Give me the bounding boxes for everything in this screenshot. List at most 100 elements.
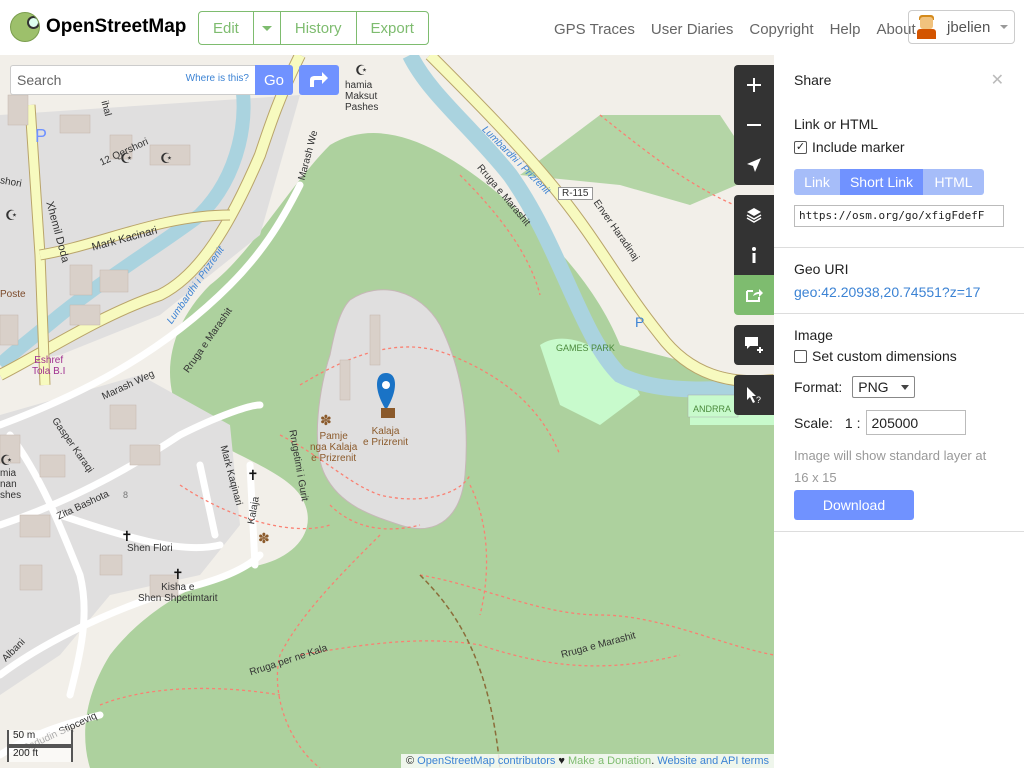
- link-heading: Link or HTML: [794, 116, 879, 132]
- scale-imperial: 200 ft: [7, 746, 73, 762]
- street-label: Shen Flori: [127, 543, 173, 554]
- tab-html[interactable]: HTML: [923, 169, 984, 195]
- attribution: © OpenStreetMap contributors ♥ Make a Do…: [401, 754, 774, 768]
- svg-text:P: P: [35, 126, 47, 146]
- nav-help[interactable]: Help: [830, 21, 861, 38]
- tab-short-link[interactable]: Short Link: [840, 169, 923, 195]
- share-icon: [746, 289, 763, 302]
- poi-label: Poste: [0, 289, 26, 300]
- add-note-button[interactable]: [734, 325, 774, 365]
- include-marker-row[interactable]: ✓ Include marker: [794, 139, 1004, 155]
- svg-text:P: P: [635, 314, 644, 330]
- svg-text:☪: ☪: [160, 150, 173, 166]
- osm-logo-icon: [10, 12, 40, 42]
- minus-icon: [747, 124, 761, 126]
- contributors-link[interactable]: OpenStreetMap contributors: [417, 755, 555, 767]
- username: jbelien: [947, 18, 991, 36]
- house-number: 8: [123, 490, 129, 500]
- share-url-field[interactable]: https://osm.org/go/xfigFdefF: [794, 205, 1004, 227]
- park-label: GAMES PARK: [556, 343, 615, 353]
- geo-uri-section: Geo URI geo:42.20938,20.74551?z=17: [774, 248, 1024, 314]
- terms-link[interactable]: Website and API terms: [657, 755, 769, 767]
- link-format-tabs: Link Short Link HTML: [794, 169, 984, 195]
- svg-text:✝: ✝: [172, 566, 184, 582]
- map-key-button[interactable]: [734, 235, 774, 275]
- share-panel: Share ✕ Link or HTML ✓ Include marker Li…: [774, 55, 1024, 768]
- svg-text:☪: ☪: [0, 452, 13, 468]
- scale-bar: 50 m 200 ft: [7, 730, 73, 762]
- geo-heading: Geo URI: [794, 261, 849, 277]
- svg-text:✝: ✝: [247, 467, 259, 483]
- road-shield: R-115: [558, 187, 593, 200]
- edit-button-group: Edit History Export: [198, 11, 429, 45]
- format-row: Format: PNG: [794, 376, 1004, 398]
- scale-row: Scale: 1 : 205000: [794, 410, 1004, 435]
- chevron-down-icon: [261, 25, 272, 31]
- geo-uri-link[interactable]: geo:42.20938,20.74551?z=17: [794, 284, 1004, 300]
- castle-label: Kalaja e Prizrenit: [363, 426, 409, 448]
- include-marker-checkbox[interactable]: ✓: [794, 140, 807, 154]
- nav-user-diaries[interactable]: User Diaries: [651, 21, 734, 38]
- history-button[interactable]: History: [281, 12, 357, 44]
- add-note-icon: [745, 337, 763, 353]
- nav-gps-traces[interactable]: GPS Traces: [554, 21, 635, 38]
- svg-text:✽: ✽: [258, 530, 270, 546]
- query-cursor-icon: ?: [747, 387, 761, 404]
- query-features-button[interactable]: ?: [734, 375, 774, 415]
- svg-text:☪: ☪: [5, 207, 18, 223]
- chevron-down-icon: [1000, 25, 1009, 29]
- panel-title: Share: [794, 72, 832, 88]
- scale-metric: 50 m: [7, 730, 73, 746]
- edit-dropdown-toggle[interactable]: [254, 12, 281, 44]
- directions-icon: [310, 72, 328, 87]
- share-button[interactable]: [734, 275, 774, 315]
- park-label: ANDRRA: [693, 404, 732, 414]
- plus-icon: [747, 78, 761, 92]
- avatar: [915, 15, 937, 39]
- secondary-nav: GPS Traces User Diaries Copyright Help A…: [554, 21, 916, 38]
- osm-logo[interactable]: OpenStreetMap: [10, 12, 186, 42]
- search-go-button[interactable]: Go: [255, 65, 293, 95]
- edit-button[interactable]: Edit: [199, 12, 254, 44]
- top-bar: OpenStreetMap Edit History Export GPS Tr…: [0, 0, 1024, 55]
- poi-label: mia nan shes: [0, 468, 22, 501]
- poi-label: Kisha e Shen Shpetimtarit: [138, 582, 218, 604]
- location-arrow-icon: [747, 158, 761, 172]
- image-section: Image Set custom dimensions Format: PNG …: [774, 314, 1024, 532]
- svg-text:☪: ☪: [355, 62, 368, 78]
- search-bar: Search Where is this? Go: [10, 65, 339, 95]
- layers-button[interactable]: [734, 195, 774, 235]
- map-controls: ?: [734, 65, 774, 415]
- poi-label: hamia Maksut Pashes: [345, 80, 379, 113]
- image-note: Image will show standard layer at 16 x 1…: [794, 448, 987, 485]
- svg-text:?: ?: [756, 395, 761, 404]
- zoom-out-button[interactable]: [734, 105, 774, 145]
- custom-dimensions-checkbox[interactable]: [794, 349, 807, 363]
- svg-text:✽: ✽: [320, 412, 332, 428]
- viewpoint-label: Pamje nga Kalaja e Prizrenit: [310, 431, 358, 464]
- custom-dimensions-row[interactable]: Set custom dimensions: [794, 348, 1004, 364]
- layers-icon: [746, 208, 762, 223]
- download-button[interactable]: Download: [794, 490, 914, 520]
- locate-button[interactable]: [734, 145, 774, 185]
- scale-input[interactable]: 205000: [865, 410, 966, 435]
- where-is-this-link[interactable]: Where is this?: [186, 73, 249, 84]
- format-select[interactable]: PNG: [852, 376, 916, 398]
- tab-link[interactable]: Link: [794, 169, 840, 195]
- zoom-in-button[interactable]: [734, 65, 774, 105]
- share-link-section: Share ✕ Link or HTML ✓ Include marker Li…: [774, 55, 1024, 248]
- export-button[interactable]: Export: [357, 12, 428, 44]
- chevron-down-icon: [901, 384, 910, 390]
- nav-copyright[interactable]: Copyright: [749, 21, 813, 38]
- poi-label: Eshref Tola B.I: [32, 355, 66, 377]
- close-icon[interactable]: ✕: [991, 70, 1004, 90]
- info-icon: [752, 247, 756, 263]
- image-heading: Image: [794, 327, 833, 343]
- svg-text:✝: ✝: [121, 528, 133, 544]
- user-menu[interactable]: jbelien: [908, 10, 1015, 44]
- directions-button[interactable]: [299, 65, 339, 95]
- map-canvas[interactable]: P P ☪ ☪ ☪ ☪ ☪ ✝ ✝ ✝ ✽ ✽ Mark Kacinari Xh…: [0, 55, 774, 768]
- donate-link[interactable]: Make a Donation: [568, 755, 651, 767]
- search-input[interactable]: Search Where is this?: [10, 65, 255, 95]
- brand-name: OpenStreetMap: [46, 16, 187, 37]
